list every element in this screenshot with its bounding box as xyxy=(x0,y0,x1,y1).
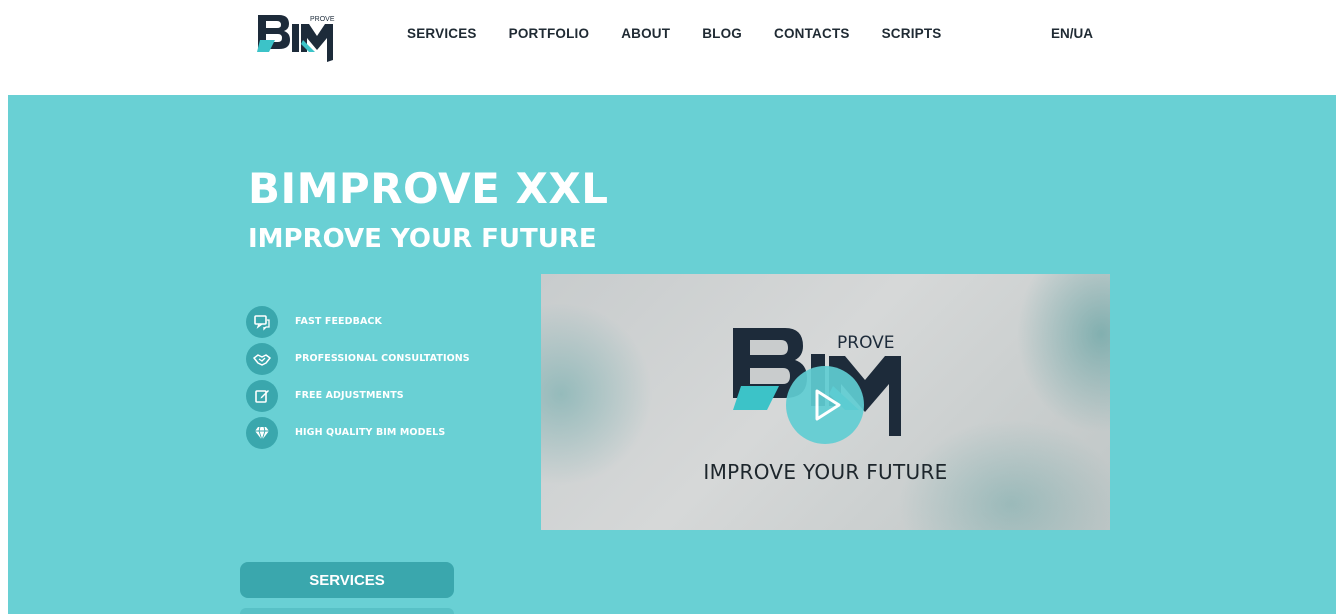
feature-label: HIGH QUALITY BIM MODELS xyxy=(295,427,446,438)
site-logo[interactable]: PROVE xyxy=(255,12,337,64)
services-button[interactable]: SERVICES xyxy=(240,562,454,598)
nav-services[interactable]: SERVICES xyxy=(407,25,477,43)
feature-item: FAST FEEDBACK xyxy=(246,303,470,340)
edit-icon xyxy=(246,379,278,412)
chat-icon xyxy=(246,305,278,338)
play-icon xyxy=(815,389,841,421)
main-nav: SERVICES PORTFOLIO ABOUT BLOG CONTACTS S… xyxy=(407,25,942,43)
feature-item: HIGH QUALITY BIM MODELS xyxy=(246,414,470,451)
feature-list: FAST FEEDBACK PROFESSIONAL CONSULTATIONS… xyxy=(246,303,470,451)
nav-portfolio[interactable]: PORTFOLIO xyxy=(509,25,590,43)
nav-blog[interactable]: BLOG xyxy=(702,25,742,43)
video-tagline: IMPROVE YOUR FUTURE xyxy=(703,460,948,484)
hero-section: BIMPROVE XXL IMPROVE YOUR FUTURE FAST FE… xyxy=(8,95,1336,614)
video-player[interactable]: PROVE IMPROVE YOUR FUTURE xyxy=(541,274,1110,530)
feature-label: FAST FEEDBACK xyxy=(295,316,382,327)
play-button[interactable] xyxy=(786,366,864,444)
nav-contacts[interactable]: CONTACTS xyxy=(774,25,850,43)
nav-scripts[interactable]: SCRIPTS xyxy=(882,25,942,43)
nav-about[interactable]: ABOUT xyxy=(621,25,670,43)
language-switcher[interactable]: EN/UA xyxy=(1051,25,1093,43)
logo-superscript: PROVE xyxy=(310,16,335,23)
hero-title: BIMPROVE XXL xyxy=(248,164,609,213)
video-logo-superscript: PROVE xyxy=(837,333,895,353)
hero-subtitle: IMPROVE YOUR FUTURE xyxy=(248,224,597,254)
feature-item: FREE ADJUSTMENTS xyxy=(246,377,470,414)
diamond-icon xyxy=(246,416,278,449)
secondary-button-edge[interactable] xyxy=(240,608,454,614)
feature-label: PROFESSIONAL CONSULTATIONS xyxy=(295,353,470,364)
feature-label: FREE ADJUSTMENTS xyxy=(295,390,404,401)
feature-item: PROFESSIONAL CONSULTATIONS xyxy=(246,340,470,377)
handshake-icon xyxy=(246,342,278,375)
site-header: PROVE SERVICES PORTFOLIO ABOUT BLOG CONT… xyxy=(0,0,1336,95)
